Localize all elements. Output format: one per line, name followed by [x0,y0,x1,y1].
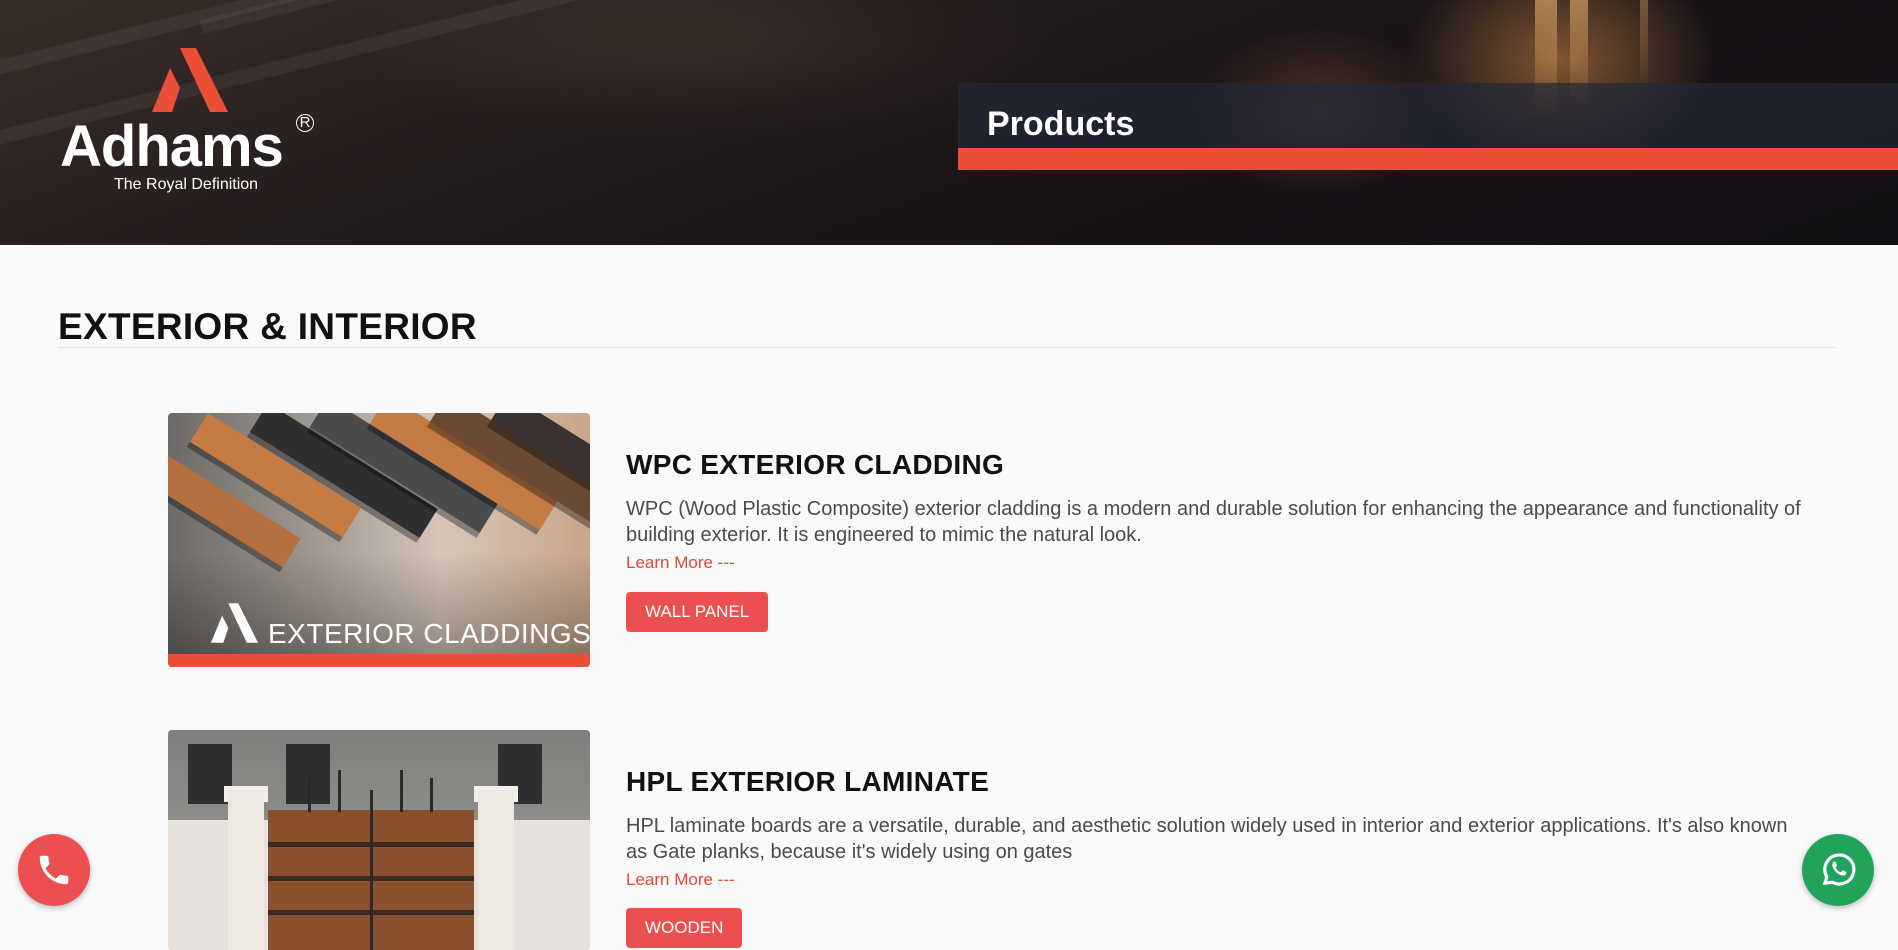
image-caption: EXTERIOR CLADDINGS [268,618,590,649]
learn-more-link[interactable]: Learn More --- [626,553,735,573]
section-title: EXTERIOR & INTERIOR [58,306,477,347]
product-image-wpc-cladding[interactable]: EXTERIOR CLADDINGS [168,413,590,667]
logo-tagline: The Royal Definition [114,176,259,193]
page-title-band: Products [958,83,1898,148]
gate-spike [430,778,433,812]
section-divider [58,347,1835,348]
whatsapp-button[interactable] [1802,834,1874,906]
gate-spike [338,770,341,812]
gate-center-bar [370,790,373,950]
wall-panel-button[interactable]: WALL PANEL [626,592,769,632]
whatsapp-icon [1822,853,1856,886]
logo-mark-icon [210,603,258,643]
product-description: HPL laminate boards are a versatile, dur… [626,815,1788,863]
product-title[interactable]: HPL EXTERIOR LAMINATE [626,766,989,798]
gate-pillar [478,790,514,950]
phone-icon [39,855,69,885]
floor-stripe [200,0,1077,34]
gate-pillar [228,790,264,950]
image-accent-bar [168,654,590,667]
page-title-accent-bar [958,148,1898,170]
gate-spike [308,778,311,812]
logo-mark-icon [152,48,228,112]
hero-banner: Adhams R The Royal Definition Products [0,0,1898,245]
call-button[interactable] [18,834,90,906]
window-light [1640,0,1648,90]
learn-more-link[interactable]: Learn More --- [626,870,735,890]
product-title[interactable]: WPC EXTERIOR CLADDING [626,449,1004,481]
gate-spike [400,770,403,812]
product-image-hpl-laminate[interactable] [168,730,590,950]
registered-mark: R [296,114,314,132]
logo-brand-text: Adhams [60,114,284,179]
product-description: WPC (Wood Plastic Composite) exterior cl… [626,498,1801,546]
wooden-button[interactable]: WOODEN [626,908,743,948]
adhams-logo[interactable]: Adhams R The Royal Definition [60,48,322,198]
page-title: Products [987,105,1135,143]
